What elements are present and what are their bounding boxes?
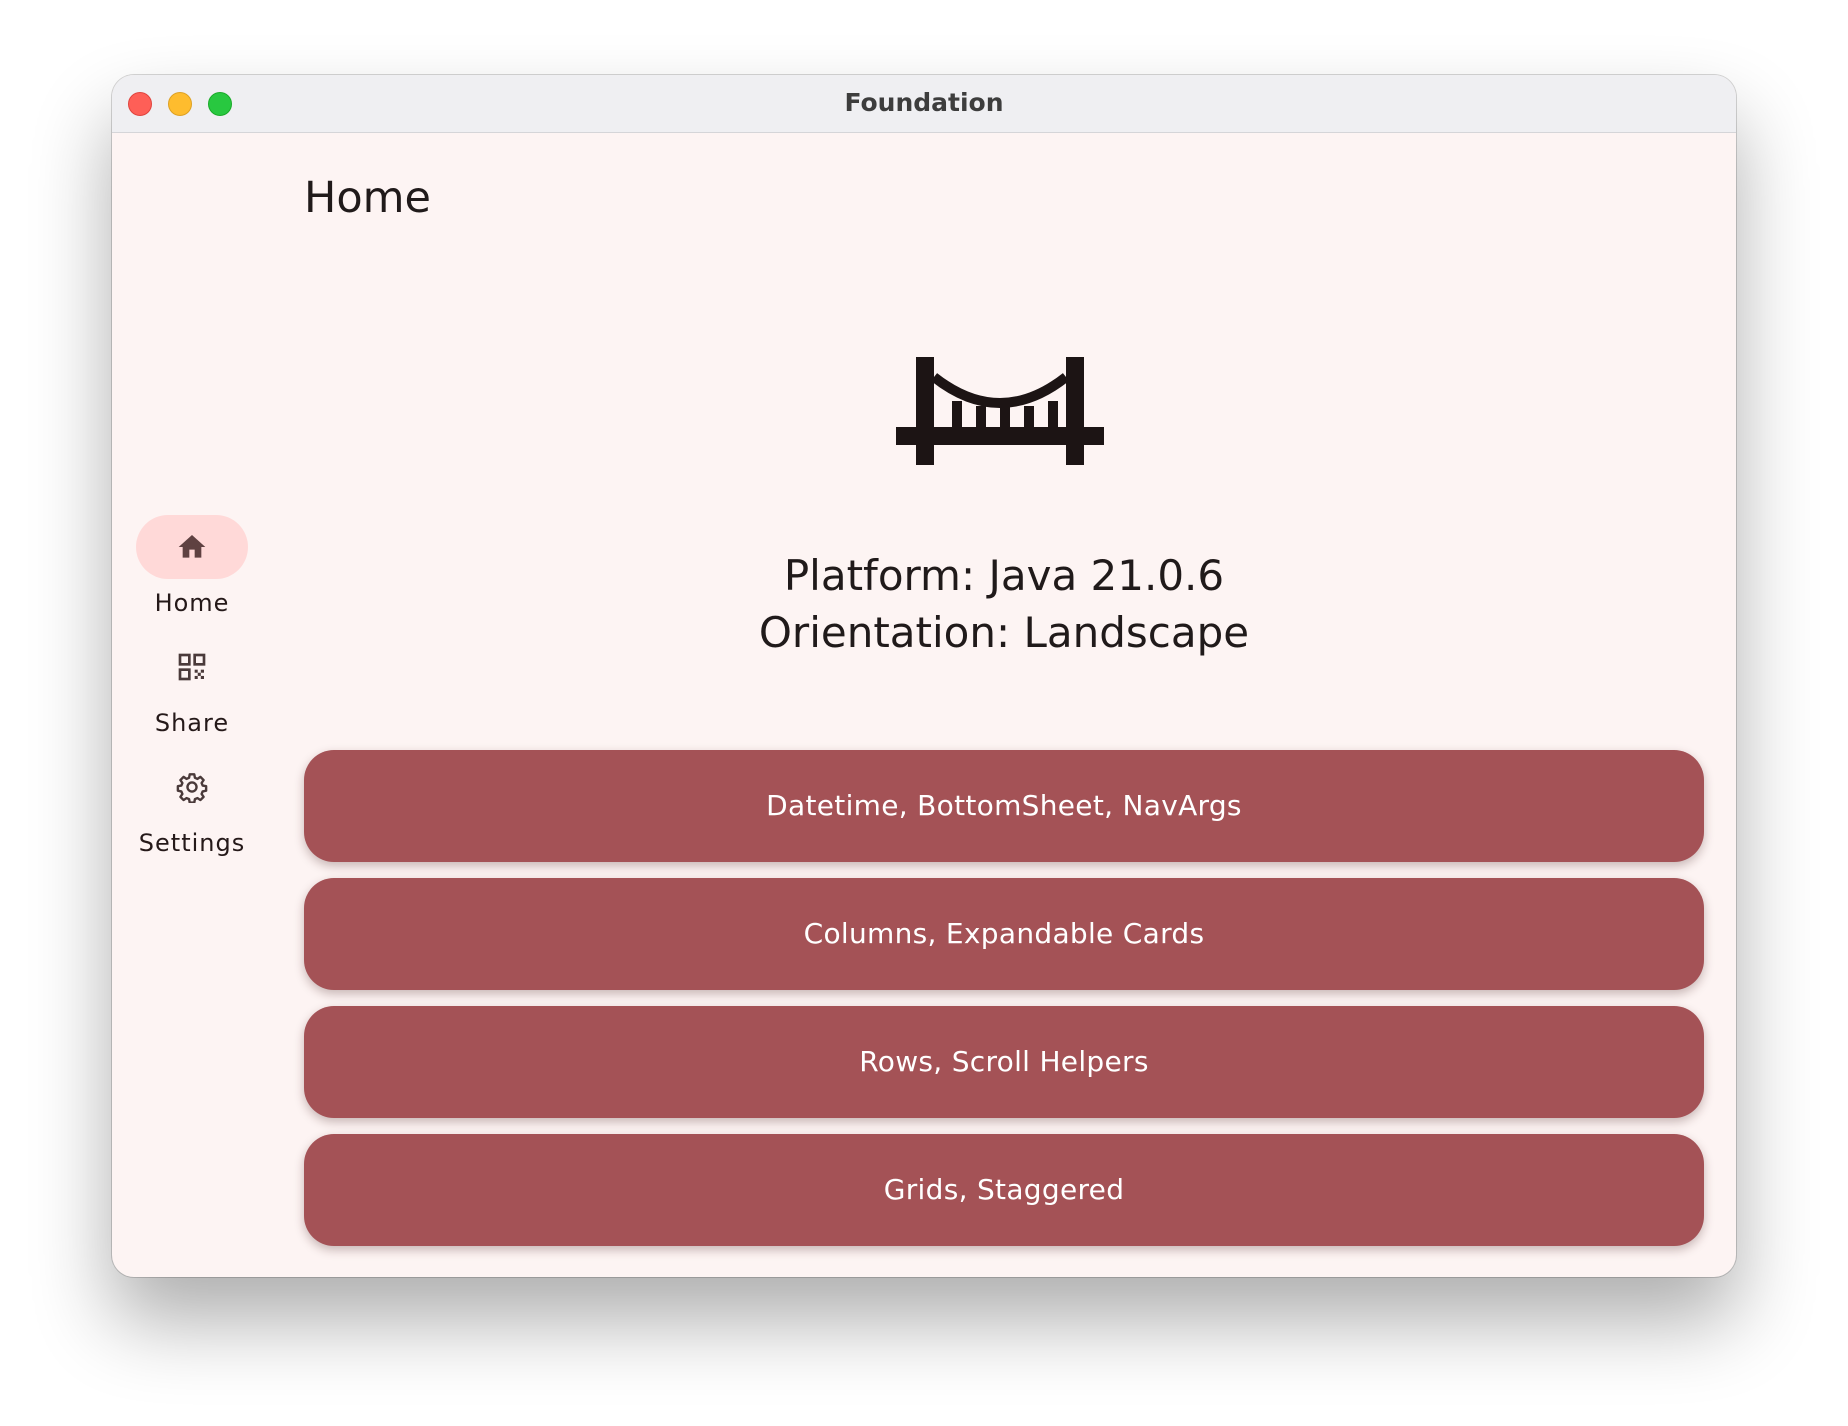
rail-item-share[interactable]: Share (112, 635, 272, 745)
title-bar: Foundation (112, 75, 1736, 133)
datetime-bottomsheet-navargs-button[interactable]: Datetime, BottomSheet, NavArgs (304, 750, 1704, 862)
grids-staggered-button[interactable]: Grids, Staggered (304, 1134, 1704, 1246)
page-title: Home (304, 173, 431, 223)
columns-expandable-cards-button[interactable]: Columns, Expandable Cards (304, 878, 1704, 990)
rail-item-label: Home (154, 589, 230, 617)
rail-item-home[interactable]: Home (112, 515, 272, 625)
rail-item-settings[interactable]: Settings (112, 755, 272, 865)
platform-info: Platform: Java 21.0.6 Orientation: Lands… (272, 547, 1736, 661)
rail-item-label: Settings (138, 829, 246, 857)
bridge-icon (896, 357, 1104, 465)
window-title: Foundation (844, 88, 1004, 117)
orientation-text: Orientation: Landscape (758, 608, 1250, 657)
home-icon (178, 535, 206, 558)
platform-text: Platform: Java 21.0.6 (783, 551, 1225, 600)
gear-icon (176, 773, 208, 803)
rail-item-label: Share (154, 709, 230, 737)
app-window: Foundation Home Home Share Settings Plat… (112, 75, 1736, 1277)
qr-code-icon (178, 653, 206, 681)
rows-scroll-helpers-button[interactable]: Rows, Scroll Helpers (304, 1006, 1704, 1118)
